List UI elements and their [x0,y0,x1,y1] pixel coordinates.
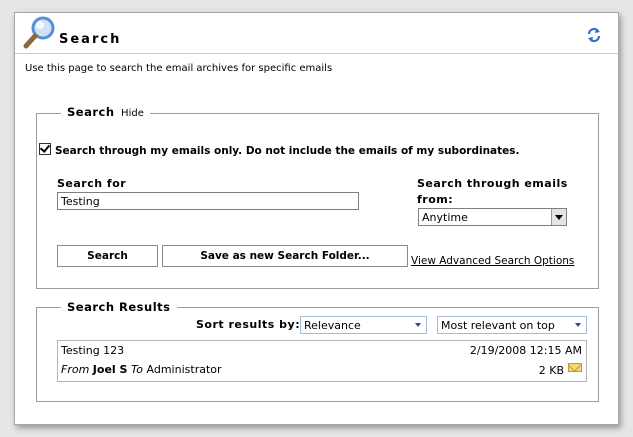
to-prefix: To [130,363,144,376]
sort-order-select[interactable]: Most relevant on top [437,316,587,334]
chevron-down-icon[interactable] [412,317,426,333]
subordinates-checkbox-row[interactable]: Search through my emails only. Do not in… [39,143,520,157]
result-subject[interactable]: Testing 123 [61,344,124,357]
search-panel: Search Use this page to search the email… [14,12,619,425]
sort-label: Sort results by: [196,318,301,331]
search-legend-label: Search [67,105,115,119]
envelope-icon [568,363,582,372]
time-range-value: Anytime [422,211,468,224]
result-date: 2/19/2008 12:15 AM [469,344,582,357]
save-search-folder-button[interactable]: Save as new Search Folder... [162,245,408,267]
search-legend: Search Hide [61,105,150,119]
results-legend: Search Results [61,300,177,314]
result-from-line: From Joel S To Administrator [61,363,222,376]
time-range-label-line1: Search through emails [417,177,568,190]
refresh-icon[interactable] [586,27,602,43]
search-for-input[interactable]: Testing [57,192,359,210]
result-item[interactable]: Testing 123 2/19/2008 12:15 AM From Joel… [57,340,587,382]
search-for-label: Search for [57,177,127,190]
result-size: 2 KB [538,364,564,377]
intro-text: Use this page to search the email archiv… [25,63,333,74]
chevron-down-icon[interactable] [551,209,566,225]
advanced-search-link[interactable]: View Advanced Search Options [411,255,574,267]
time-range-select[interactable]: Anytime [418,208,567,226]
my-emails-only-label: Search through my emails only. Do not in… [55,145,520,157]
result-recipient: Administrator [146,363,222,376]
from-prefix: From [61,363,90,376]
sort-order-value: Most relevant on top [441,319,555,332]
sort-by-select[interactable]: Relevance [300,316,427,334]
my-emails-only-checkbox[interactable] [39,143,51,155]
hide-link[interactable]: Hide [121,108,144,119]
time-range-label-line2: from: [417,193,454,206]
sort-by-value: Relevance [304,319,361,332]
result-sender: Joel S [92,363,128,376]
magnifier-icon [23,16,55,49]
page-title: Search [59,32,122,47]
search-button[interactable]: Search [57,245,158,267]
chevron-down-icon[interactable] [572,317,586,333]
page-header: Search [15,13,618,54]
